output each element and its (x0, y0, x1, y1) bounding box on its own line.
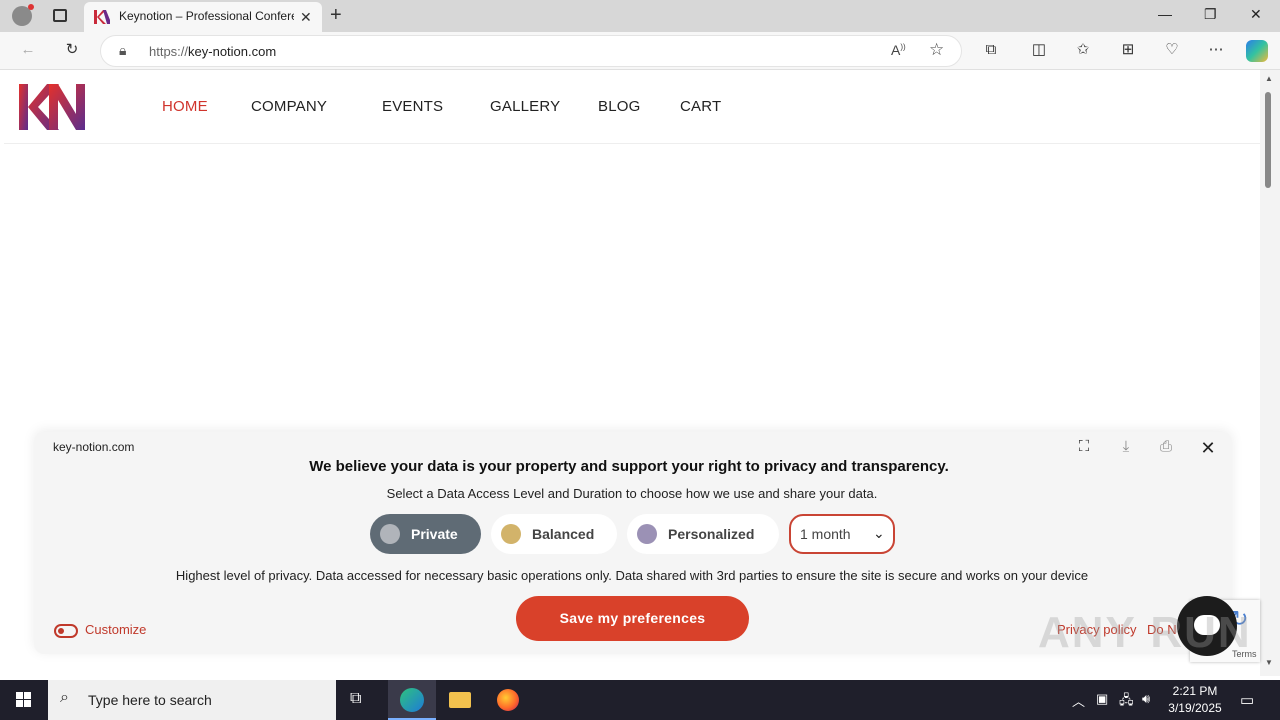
lock-icon[interactable]: 🔒︎ (119, 42, 126, 59)
read-aloud-icon[interactable]: A)) (891, 42, 906, 58)
edge-taskbar-icon[interactable] (388, 680, 436, 720)
notifications-icon[interactable]: ▭ (1240, 691, 1254, 709)
duration-value: 1 month (800, 526, 851, 542)
volume-icon[interactable]: 🔊︎ (1142, 691, 1150, 707)
favorite-star-icon[interactable]: ☆ (929, 40, 944, 60)
tab-keynotion[interactable]: Keynotion – Professional Confere ✕ (84, 2, 322, 32)
balanced-dot-icon (501, 524, 521, 544)
page-scrollbar[interactable]: ▲ ▼ (1260, 70, 1280, 676)
level-label: Personalized (668, 526, 755, 542)
nav-events[interactable]: EVENTS (382, 98, 443, 115)
level-personalized-option[interactable]: Personalized (627, 514, 779, 554)
site-favicon-icon (94, 10, 110, 24)
consent-domain: key-notion.com (53, 440, 135, 454)
taskbar-search-box[interactable]: ⌕ Type here to search (48, 680, 336, 720)
windows-start-icon[interactable] (0, 680, 48, 720)
close-window-icon[interactable]: ✕ (1250, 6, 1262, 23)
consent-headline: We believe your data is your property an… (309, 458, 949, 475)
browser-tab-strip: Keynotion – Professional Confere ✕ + — ❐… (0, 0, 1280, 32)
tab-actions-icon[interactable] (53, 9, 67, 22)
nav-cart[interactable]: CART (680, 98, 721, 115)
personalized-dot-icon (637, 524, 657, 544)
chevron-down-icon: ⌄ (873, 525, 885, 541)
consent-subheadline: Select a Data Access Level and Duration … (386, 486, 878, 501)
nav-company[interactable]: COMPANY (251, 98, 327, 115)
firefox-icon[interactable] (484, 680, 532, 720)
download-icon[interactable]: ⤓ (1116, 438, 1136, 458)
toggle-icon (54, 623, 78, 638)
tab-title: Keynotion – Professional Confere (119, 9, 294, 23)
split-screen-icon[interactable]: ◫ (1029, 40, 1049, 60)
site-header: HOME COMPANY EVENTS GALLERY BLOG CART (4, 70, 1260, 144)
consent-level-description: Highest level of privacy. Data accessed … (175, 568, 1089, 583)
nav-home[interactable]: HOME (162, 98, 208, 115)
browser-toolbar: ← ↻ 🔒︎ https://key-notion.com A)) ☆ ⧉ ◫ … (0, 32, 1280, 70)
watermark: ANY RUN (1038, 608, 1252, 657)
browser-essentials-icon[interactable]: ♡ (1162, 40, 1182, 60)
minimize-icon[interactable]: — (1158, 6, 1172, 22)
scroll-up-icon[interactable]: ▲ (1265, 74, 1273, 83)
windows-taskbar: ⌕ Type here to search ⧉ ︿ ▣ 🖧︎ 🔊︎ 2:21 P… (0, 680, 1280, 720)
url-text: https://key-notion.com (149, 44, 277, 59)
new-tab-icon[interactable]: + (330, 4, 342, 27)
back-icon[interactable]: ← (18, 40, 38, 60)
duration-select[interactable]: 1 month ⌄ (789, 514, 895, 554)
keynotion-logo[interactable] (19, 84, 85, 130)
network-icon[interactable]: 🖧︎ (1119, 691, 1134, 713)
close-consent-icon[interactable]: ✕ (1198, 438, 1218, 458)
level-private-option[interactable]: Private (370, 514, 481, 554)
search-placeholder: Type here to search (88, 692, 212, 708)
extensions-icon[interactable]: ⧉ (981, 40, 1001, 60)
collections-icon[interactable]: ⊞ (1118, 40, 1138, 60)
clock-date: 3/19/2025 (1168, 701, 1222, 715)
close-tab-icon[interactable]: ✕ (300, 9, 312, 26)
fullscreen-icon[interactable]: ⛶ (1074, 438, 1094, 458)
search-icon: ⌕ (60, 689, 69, 706)
nav-gallery[interactable]: GALLERY (490, 98, 560, 115)
copilot-icon[interactable] (1246, 40, 1268, 62)
file-explorer-icon[interactable] (436, 680, 484, 720)
level-label: Private (411, 526, 458, 542)
private-dot-icon (380, 524, 400, 544)
scrollbar-thumb[interactable] (1265, 92, 1271, 188)
task-view-icon[interactable]: ⧉ (336, 680, 384, 720)
meet-now-icon[interactable]: ▣ (1096, 691, 1108, 707)
favorites-icon[interactable]: ✩ (1073, 40, 1093, 60)
restore-icon[interactable]: ❐ (1204, 6, 1217, 23)
notification-dot-icon (28, 4, 34, 10)
save-preferences-button[interactable]: Save my preferences (516, 596, 749, 641)
nav-blog[interactable]: BLOG (598, 98, 640, 115)
print-icon[interactable]: ⎙ (1156, 438, 1176, 458)
customize-label: Customize (85, 622, 147, 637)
clock-time: 2:21 PM (1172, 684, 1218, 698)
taskbar-clock[interactable]: 2:21 PM 3/19/2025 (1162, 683, 1228, 717)
refresh-icon[interactable]: ↻ (62, 40, 82, 60)
level-label: Balanced (532, 526, 595, 542)
address-bar[interactable]: 🔒︎ https://key-notion.com A)) ☆ (100, 35, 962, 67)
level-balanced-option[interactable]: Balanced (491, 514, 617, 554)
customize-toggle[interactable]: Customize (54, 622, 146, 638)
scroll-down-icon[interactable]: ▼ (1265, 658, 1273, 667)
show-hidden-icons-icon[interactable]: ︿ (1072, 691, 1085, 710)
more-menu-icon[interactable]: ⋯ (1206, 40, 1226, 60)
